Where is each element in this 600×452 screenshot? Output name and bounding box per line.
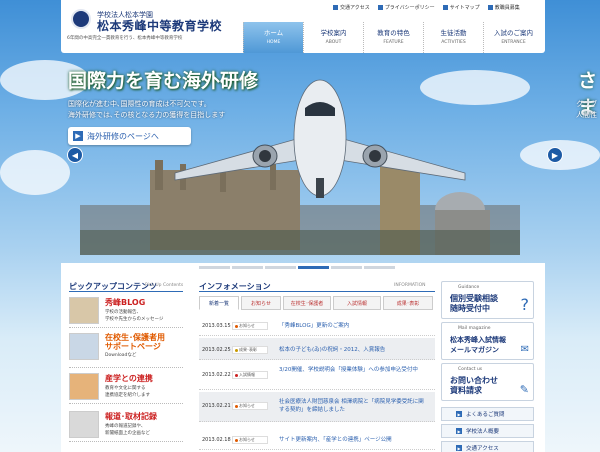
news-item[interactable]: 2013.03.15 お知らせ 「秀峰BLOG」更新のご案内 [199,314,435,336]
dot-icon [235,373,238,377]
divider [199,291,435,292]
side-link-faq[interactable]: ▶ よくあるご質問 [441,407,534,421]
pickup-thumbnail [69,333,99,360]
pager-dot[interactable] [232,266,263,269]
tab-students[interactable]: 在校生･保護者 [283,296,331,310]
global-nav: ホーム HOME 学校案内 ABOUT 教育の特色 FEATURE 生徒活動 ACTIV… [243,22,543,53]
side-link-corporate[interactable]: ▶ 学校法人概要 [441,424,534,438]
news-item[interactable]: 2013.02.22 入試情報 3/20開催、学校説明会「授業体験」への参加申込… [199,362,435,390]
hero-title: 国際力を育む海外研修 [68,70,259,92]
nav-entrance[interactable]: 入試のご案内 ENTRANCE [483,22,543,53]
nav-about[interactable]: 学校案内 ABOUT [303,22,363,53]
utility-link-recruit[interactable]: 教職員募集 [487,4,520,11]
divider [69,291,183,292]
school-emblem-icon[interactable] [71,9,91,29]
news-item[interactable]: 2013.02.25 成果･表彰 松本の子ども(ゐ)の祝詞・2012、入賞報告 [199,338,435,360]
hero-cta-button[interactable]: ▶ 海外研修のページへ [68,127,191,145]
category-badge: お知らせ [232,322,268,330]
banner-contact[interactable]: Contact us お問い合わせ 資料請求 ✎ [441,363,534,401]
slider-next-button[interactable]: ▶ [547,147,563,163]
nav-activities[interactable]: 生徒活動 ACTIVITIES [423,22,483,53]
square-bullet-icon [333,5,338,10]
pager-dot-active[interactable] [298,266,329,269]
cloud [0,150,70,195]
utility-link-sitemap[interactable]: サイトマップ [442,4,480,11]
arrow-right-icon: ▶ [456,411,462,417]
pager-dot[interactable] [199,266,230,269]
news-item[interactable]: 2013.02.21 お知らせ 社会医療法人財団慈泉会 相澤病院と「病院見学委受… [199,392,435,422]
tab-results[interactable]: 成果･表彰 [383,296,433,310]
news-item[interactable]: 2013.02.18 お知らせ サイト更新案内、「産学との連携」ページ公開 [199,428,435,450]
tab-notice[interactable]: お知らせ [241,296,281,310]
next-slide-description: クラブ 人間性 [576,100,597,119]
info-subtitle: INFORMATION [394,283,426,288]
category-badge: 成果･表彰 [232,346,268,354]
utility-link-privacy[interactable]: プライバシーポリシー [377,4,435,11]
side-link-access[interactable]: ▶ 交通アクセス [441,441,534,452]
dot-icon [235,404,238,408]
slider-pager [199,266,395,269]
pen-icon: ✎ [519,383,529,396]
arrow-right-icon: ▶ [456,445,462,451]
category-badge: 入試情報 [232,371,268,379]
pickup-thumbnail [69,373,99,400]
dot-icon [235,348,238,352]
dot-icon [235,438,238,442]
square-bullet-icon [442,5,448,10]
pickup-thumbnail [69,297,99,324]
logo-description: 6年間の中高完全一貫教育を行う、松本秀峰中等教育学校 [67,36,183,41]
info-tabs: 新着一覧 お知らせ 在校生･保護者 入試情報 成果･表彰 [199,296,433,310]
square-bullet-icon [487,5,493,10]
pickup-item-support[interactable]: 在校生･保護者用 サポートページ Downloadなど [69,330,183,368]
category-badge: お知らせ [232,436,268,444]
pickup-item-blog[interactable]: 秀峰BLOG 学校の活動報告、 学校や先生からのメッセージ [69,294,183,328]
dot-icon [235,324,238,328]
pager-dot[interactable] [331,266,362,269]
nav-feature[interactable]: 教育の特色 FEATURE [363,22,423,53]
nav-home[interactable]: ホーム HOME [243,22,303,53]
question-mark-icon: ? [520,295,530,314]
hero-description: 国際化が進む中､国際性の育成は不可欠です。 海外研修では､その核となる力の獲得を… [68,100,226,119]
banner-mail-magazine[interactable]: Mail magazine 松本秀峰入試情報 メールマガジン ✉ [441,322,534,360]
school-logo[interactable]: 松本秀峰中等教育学校 [97,17,222,34]
tab-all[interactable]: 新着一覧 [199,296,239,310]
utility-link-access[interactable]: 交通アクセス [333,4,370,11]
pickup-thumbnail [69,411,99,438]
arrow-right-icon: ▶ [456,428,462,434]
mail-icon: ✉ [520,344,529,355]
square-bullet-icon [377,5,383,10]
site-header: 学校法人松本学園 松本秀峰中等教育学校 6年間の中高完全一貫教育を行う、松本秀峰… [61,0,545,53]
chevron-right-icon: ▶ [551,150,559,160]
pager-dot[interactable] [364,266,395,269]
tab-entrance[interactable]: 入試情報 [333,296,381,310]
slider-prev-button[interactable]: ◀ [67,147,83,163]
pickup-subtitle: Pick Up Contents [145,283,184,288]
pickup-item-press[interactable]: 報道･取材記録 秀峰の報道記録や、 新聞紙面上の企画など [69,408,183,442]
pickup-item-industry[interactable]: 産学との連携 教育や文化に関する 連携協定を紹介します [69,370,183,404]
chevron-left-icon: ◀ [71,150,79,160]
pager-dot[interactable] [265,266,296,269]
arrow-right-icon: ▶ [73,131,83,141]
banner-guidance[interactable]: Guidance 個別受験相談 随時受付中 ? [441,281,534,319]
utility-nav: 交通アクセス プライバシーポリシー サイトマップ 教職員募集 [333,4,520,11]
category-badge: お知らせ [232,402,268,410]
